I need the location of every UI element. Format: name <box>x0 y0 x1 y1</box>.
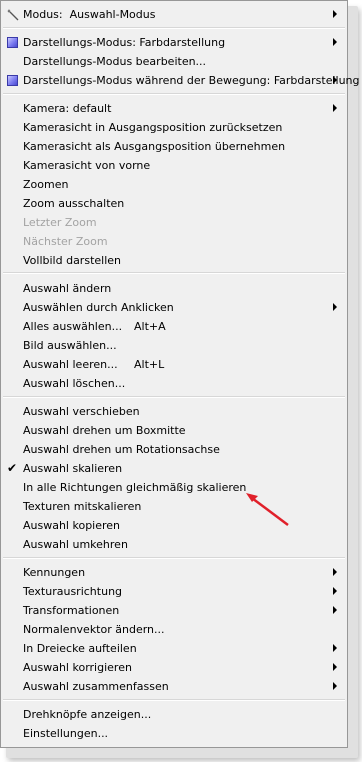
annotation-arrow <box>246 493 289 526</box>
